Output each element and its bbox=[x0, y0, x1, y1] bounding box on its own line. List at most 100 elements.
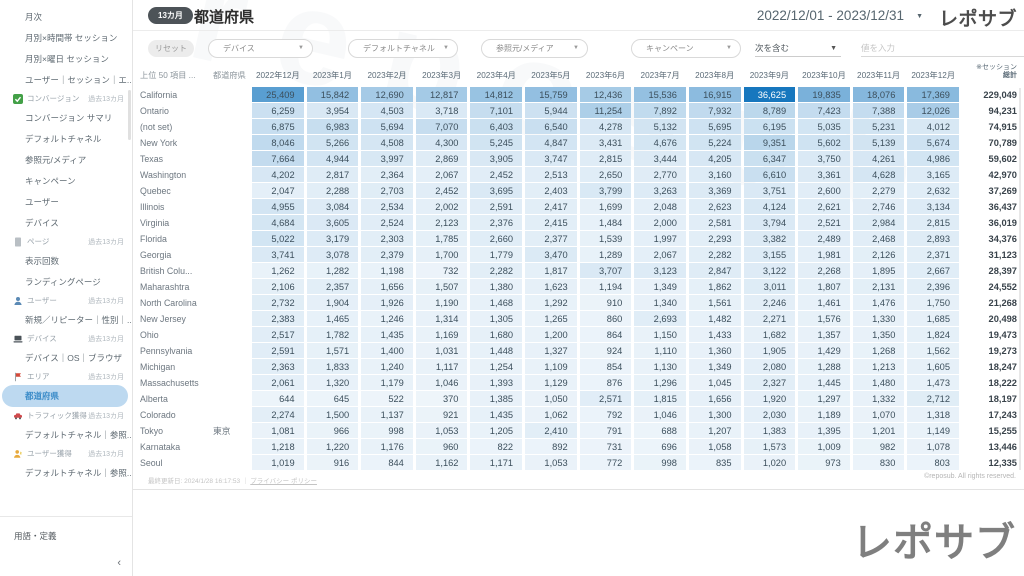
row-label: Tokyo bbox=[140, 423, 210, 438]
sidebar-item[interactable]: キャンペーン bbox=[0, 170, 132, 191]
heat-cell: 892 bbox=[525, 439, 577, 454]
heat-cell: 18,076 bbox=[853, 87, 905, 102]
date-range-selector[interactable]: 2022/12/01 - 2023/12/31 bbox=[757, 8, 904, 23]
sidebar-item-terms[interactable]: 用語・定義 bbox=[0, 517, 132, 542]
filter-value-input[interactable] bbox=[861, 40, 1024, 57]
heat-cell: 1,213 bbox=[853, 359, 905, 374]
heat-cell: 644 bbox=[252, 391, 304, 406]
heat-cell: 2,067 bbox=[634, 247, 686, 262]
heat-cell: 3,997 bbox=[361, 151, 413, 166]
sidebar-item[interactable]: 月別×曜日 セッション bbox=[0, 48, 132, 69]
sidebar-item[interactable]: 月次 bbox=[0, 6, 132, 27]
heat-cell: 2,246 bbox=[744, 295, 796, 310]
sidebar-item[interactable]: デフォルトチャネル bbox=[0, 128, 132, 149]
sidebar-section-label: デバイス bbox=[27, 333, 57, 344]
row-label: (not set) bbox=[140, 119, 210, 134]
heat-cell: 3,134 bbox=[907, 199, 959, 214]
heat-cell: 3,954 bbox=[307, 103, 359, 118]
row-label: Florida bbox=[140, 231, 210, 246]
heat-cell: 2,581 bbox=[689, 215, 741, 230]
heat-cell: 1,296 bbox=[634, 375, 686, 390]
sidebar-item[interactable]: デフォルトチャネル｜参照... bbox=[0, 462, 132, 483]
sidebar-item[interactable]: デバイス bbox=[0, 212, 132, 233]
heat-cell: 1,395 bbox=[798, 423, 850, 438]
heat-cell: 2,363 bbox=[252, 359, 304, 374]
sidebar-item-selected[interactable]: 都道府県 bbox=[2, 385, 128, 407]
heat-cell: 2,123 bbox=[416, 215, 468, 230]
heat-cell: 1,824 bbox=[907, 327, 959, 342]
sidebar-collapse-icon[interactable]: ‹ bbox=[117, 557, 121, 569]
sidebar-item[interactable]: 表示回数 bbox=[0, 250, 132, 271]
row-sublabel bbox=[213, 343, 249, 358]
filter-dropdown-source-media[interactable]: 参照元/メディア ▼ bbox=[481, 39, 588, 58]
heat-cell: 844 bbox=[361, 455, 413, 470]
heat-cell: 732 bbox=[416, 263, 468, 278]
sidebar-item[interactable]: ユーザー bbox=[0, 191, 132, 212]
sidebar-item[interactable]: 新規／リピーター｜性別｜... bbox=[0, 309, 132, 330]
heat-cell: 1,149 bbox=[907, 423, 959, 438]
reset-button[interactable]: リセット bbox=[148, 40, 194, 57]
heat-cell: 3,905 bbox=[470, 151, 522, 166]
heat-cell: 522 bbox=[361, 391, 413, 406]
match-type-select[interactable]: 次を含む ▼ bbox=[755, 40, 841, 57]
heat-cell: 2,000 bbox=[634, 215, 686, 230]
sidebar-section-period: 過去13カ月 bbox=[88, 449, 124, 459]
heat-cell: 1,314 bbox=[416, 311, 468, 326]
row-label: Karnataka bbox=[140, 439, 210, 454]
heat-cell: 973 bbox=[798, 455, 850, 470]
row-label: Georgia bbox=[140, 247, 210, 262]
heat-cell: 3,179 bbox=[307, 231, 359, 246]
filter-dropdown-campaign[interactable]: キャンペーン ▼ bbox=[631, 39, 741, 58]
privacy-policy-link[interactable]: プライバシー ポリシー bbox=[250, 478, 317, 485]
heat-cell: 7,892 bbox=[634, 103, 686, 118]
user-icon bbox=[13, 296, 23, 306]
heat-cell: 19,835 bbox=[798, 87, 850, 102]
heat-cell: 1,205 bbox=[470, 423, 522, 438]
heat-cell: 1,981 bbox=[798, 247, 850, 262]
heat-cell: 7,932 bbox=[689, 103, 741, 118]
heat-cell: 1,429 bbox=[798, 343, 850, 358]
heat-cell: 1,062 bbox=[525, 407, 577, 422]
heat-cell: 370 bbox=[416, 391, 468, 406]
heat-cell: 15,759 bbox=[525, 87, 577, 102]
heat-cell: 3,122 bbox=[744, 263, 796, 278]
heat-cell: 1,833 bbox=[307, 359, 359, 374]
sidebar-item[interactable]: 参照元/メディア bbox=[0, 149, 132, 170]
row-sublabel bbox=[213, 359, 249, 374]
sidebar-scrollbar[interactable] bbox=[128, 90, 131, 140]
row-sublabel bbox=[213, 151, 249, 166]
sidebar-item[interactable]: ユーザー｜セッション｜エ... bbox=[0, 69, 132, 90]
heat-cell: 1,162 bbox=[416, 455, 468, 470]
sidebar-item[interactable]: コンバージョン サマリ bbox=[0, 107, 132, 128]
heat-cell: 12,690 bbox=[361, 87, 413, 102]
sidebar-item[interactable]: 月別×時間帯 セッション bbox=[0, 27, 132, 48]
column-header-month: 2023年5月 bbox=[525, 62, 577, 86]
sidebar-item[interactable]: デバイス｜OS｜ブラウザ bbox=[0, 347, 132, 368]
heat-cell: 3,444 bbox=[634, 151, 686, 166]
sidebar-item[interactable]: デフォルトチャネル｜参照... bbox=[0, 424, 132, 445]
row-sublabel bbox=[213, 263, 249, 278]
heat-cell: 2,521 bbox=[798, 215, 850, 230]
heat-cell: 1,435 bbox=[470, 407, 522, 422]
heat-cell: 3,741 bbox=[252, 247, 304, 262]
row-total: 36,019 bbox=[962, 215, 1018, 230]
heat-cell: 3,707 bbox=[580, 263, 632, 278]
chevron-down-icon[interactable]: ▼ bbox=[916, 13, 923, 20]
filter-dropdown-default-channel[interactable]: デフォルトチャネル ▼ bbox=[348, 39, 458, 58]
heat-cell: 3,470 bbox=[525, 247, 577, 262]
heat-cell: 1,807 bbox=[798, 279, 850, 294]
heat-cell: 1,078 bbox=[907, 439, 959, 454]
table-scrollbar[interactable] bbox=[1019, 88, 1021, 470]
heat-cell: 4,944 bbox=[307, 151, 359, 166]
heat-cell: 3,382 bbox=[744, 231, 796, 246]
filter-dropdown-device[interactable]: デバイス ▼ bbox=[208, 39, 313, 58]
sidebar-item[interactable]: ランディングページ bbox=[0, 271, 132, 292]
row-total: 19,473 bbox=[962, 327, 1018, 342]
chevron-down-icon: ▼ bbox=[443, 45, 449, 51]
heat-cell: 1,433 bbox=[689, 327, 741, 342]
column-header-top50[interactable]: 上位 50 項目 ... bbox=[140, 62, 210, 86]
heat-cell: 6,875 bbox=[252, 119, 304, 134]
heat-cell: 2,693 bbox=[634, 311, 686, 326]
heat-cell: 1,081 bbox=[252, 423, 304, 438]
sidebar-item-list: 月次月別×時間帯 セッション月別×曜日 セッションユーザー｜セッション｜エ...… bbox=[0, 6, 132, 483]
